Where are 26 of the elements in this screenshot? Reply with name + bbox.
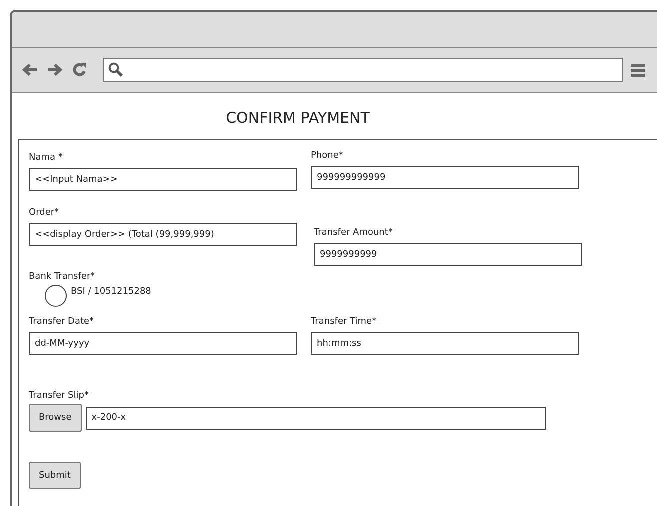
reload-icon[interactable] [72, 62, 88, 78]
page-heading: CONFIRM PAYMENT [225, 109, 371, 127]
address-bar[interactable] [103, 58, 623, 82]
back-arrow-icon[interactable] [22, 63, 38, 77]
input-field[interactable]: 999999999999 [311, 166, 579, 189]
field-label: Order* [29, 207, 60, 219]
browse-button[interactable]: Browse [29, 404, 82, 432]
submit-button[interactable]: Submit [29, 462, 81, 489]
forward-arrow-icon[interactable] [47, 63, 63, 77]
input-field[interactable]: hh:mm:ss [311, 332, 579, 355]
field-label: Transfer Time* [311, 316, 377, 328]
input-field[interactable]: 9999999999 [314, 243, 582, 266]
file-path-field[interactable]: x-200-x [86, 406, 546, 430]
input-field[interactable]: <<Input Nama>> [29, 168, 297, 191]
field-label: Bank Transfer* [29, 271, 96, 283]
field-label: Nama * [29, 152, 63, 164]
input-field[interactable]: <<display Order>> (Total (99,999,999) [29, 223, 297, 246]
menu-icon[interactable] [631, 62, 645, 78]
field-label: Transfer Slip* [29, 390, 89, 402]
input-field[interactable]: dd-MM-yyyy [29, 332, 297, 355]
field-label: Transfer Date* [29, 316, 94, 328]
search-icon [108, 62, 124, 78]
radio-button[interactable] [45, 285, 67, 307]
field-label: Transfer Amount* [314, 227, 393, 239]
radio-label: BSI / 1051215288 [71, 287, 152, 297]
field-label: Phone* [311, 150, 344, 162]
